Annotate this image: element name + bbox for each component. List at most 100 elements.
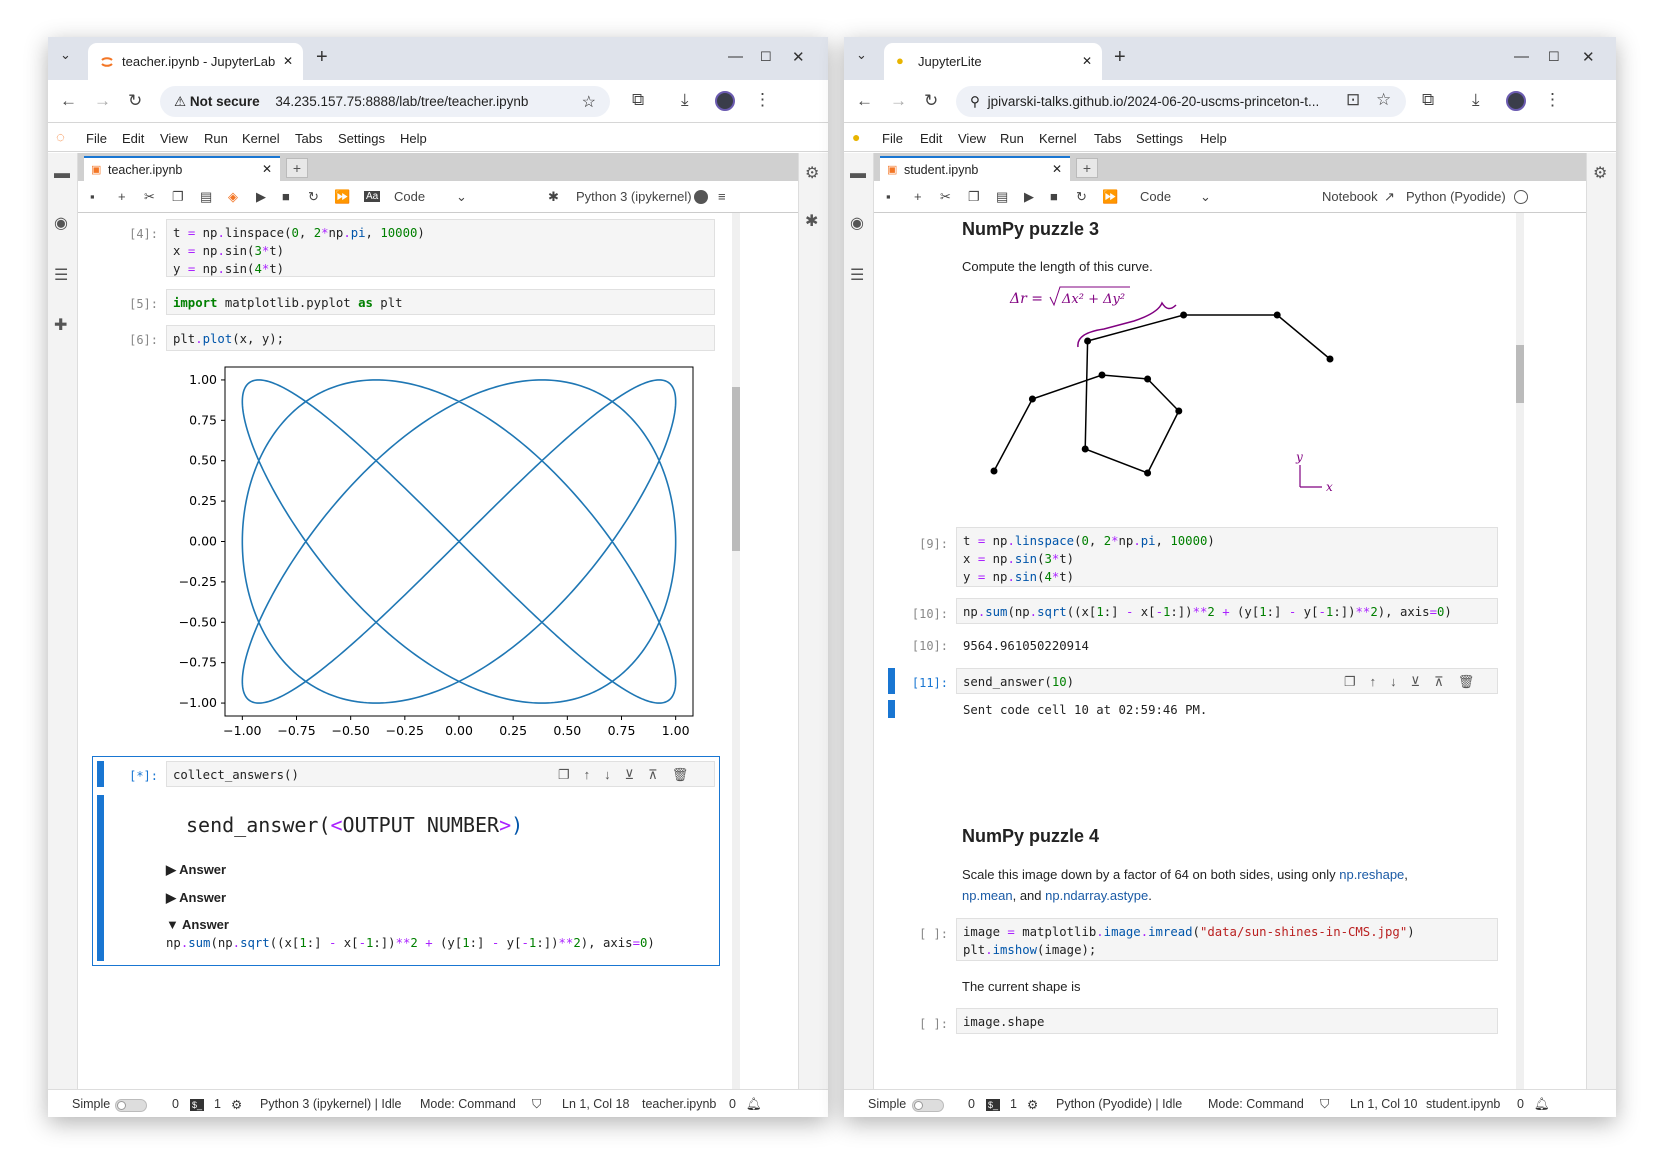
stop-icon[interactable]: ■: [282, 189, 290, 204]
answer-toggle-2[interactable]: ▶ Answer: [166, 890, 226, 906]
bug-icon[interactable]: ✱: [548, 189, 559, 205]
reload-icon[interactable]: ↻: [128, 91, 142, 111]
close-notebook-icon[interactable]: ✕: [1052, 162, 1062, 176]
profile-avatar[interactable]: [1506, 91, 1526, 111]
toc-icon[interactable]: ☰: [54, 265, 68, 285]
profile-avatar[interactable]: [715, 91, 735, 111]
back-icon[interactable]: ←: [60, 91, 77, 111]
answer-toggle-3[interactable]: ▼ Answer: [166, 917, 229, 932]
simple-mode-toggle[interactable]: [115, 1099, 147, 1112]
notebook-tab-teacher[interactable]: ▣ teacher.ipynb ✕: [84, 156, 280, 181]
np-reshape-link[interactable]: np.reshape: [1339, 867, 1404, 882]
toc-icon[interactable]: ☰: [850, 265, 864, 285]
property-inspector-icon[interactable]: ⚙: [1593, 163, 1607, 183]
install-app-icon[interactable]: ⊡: [1346, 90, 1360, 110]
omnibox[interactable]: ⚠ Not secure 34.235.157.75:8888/lab/tree…: [160, 86, 610, 117]
restart-icon[interactable]: ↻: [1076, 189, 1087, 205]
copy-icon[interactable]: ❐: [968, 189, 980, 205]
run-icon[interactable]: ▶: [256, 189, 266, 205]
notebook-tab-student[interactable]: ▣ student.ipynb ✕: [880, 156, 1070, 181]
external-link-icon[interactable]: ↗: [1384, 189, 1395, 205]
property-inspector-icon[interactable]: ⚙: [805, 163, 819, 183]
minimize-icon[interactable]: —: [1514, 48, 1529, 65]
menu-run[interactable]: Run: [204, 131, 228, 146]
cut-icon[interactable]: ✂: [940, 189, 951, 205]
maximize-icon[interactable]: ☐: [760, 49, 772, 65]
running-icon[interactable]: ◉: [850, 213, 864, 233]
move-down-icon[interactable]: ↓: [604, 767, 611, 782]
save-icon[interactable]: ▪: [90, 189, 95, 204]
folder-icon[interactable]: ▬: [850, 165, 866, 183]
menu-view[interactable]: View: [160, 131, 188, 146]
delete-cell-icon[interactable]: 🗑: [1458, 674, 1475, 689]
extensions-icon[interactable]: ⧉: [1422, 90, 1434, 110]
np-astype-link[interactable]: np.ndarray.astype: [1045, 888, 1148, 903]
answer-icon[interactable]: ◈: [228, 189, 238, 205]
scrollbar[interactable]: [1516, 213, 1524, 1089]
save-icon[interactable]: ▪: [886, 189, 891, 204]
close-tab-icon[interactable]: ✕: [1082, 54, 1092, 68]
new-launcher-icon[interactable]: +: [1076, 158, 1098, 178]
menu-help[interactable]: Help: [1200, 131, 1227, 146]
kernel-name[interactable]: Python (Pyodide): [1406, 189, 1506, 204]
run-icon[interactable]: ▶: [1024, 189, 1034, 205]
bell-icon[interactable]: 🔔︎: [746, 1097, 762, 1112]
output-collapser[interactable]: [888, 700, 895, 718]
omnibox[interactable]: ⚲ jpivarski-talks.github.io/2024-06-20-u…: [956, 86, 1406, 117]
code-cell-6[interactable]: plt.plot(x, y);: [166, 325, 715, 351]
browser-menu-icon[interactable]: ⋮: [1544, 90, 1561, 110]
kernel-status[interactable]: Python (Pyodide) | Idle: [1056, 1097, 1182, 1111]
browser-tab-teacher[interactable]: teacher.ipynb - JupyterLab ✕: [88, 43, 303, 80]
paste-icon[interactable]: ▤: [200, 189, 212, 205]
forward-icon[interactable]: →: [94, 91, 111, 111]
menu-tabs[interactable]: Tabs: [1094, 131, 1121, 146]
close-notebook-icon[interactable]: ✕: [262, 162, 272, 176]
maximize-icon[interactable]: ☐: [1548, 49, 1560, 65]
new-tab-icon[interactable]: +: [1114, 46, 1126, 68]
cell-type-select[interactable]: Code: [1140, 189, 1171, 204]
kernel-status[interactable]: Python 3 (ipykernel) | Idle: [260, 1097, 402, 1111]
run-all-icon[interactable]: ⏩: [334, 189, 350, 205]
menu-file[interactable]: File: [882, 131, 903, 146]
insert-below-icon[interactable]: ⊼: [648, 767, 658, 782]
stop-icon[interactable]: ■: [1050, 189, 1058, 204]
simple-mode-toggle[interactable]: [912, 1099, 944, 1112]
code-cell-10[interactable]: np.sum(np.sqrt((x[1:] - x[-1:])**2 + (y[…: [956, 598, 1498, 624]
menu-help[interactable]: Help: [400, 131, 427, 146]
format-icon[interactable]: Aa: [364, 191, 381, 202]
download-icon[interactable]: ⤓: [1472, 90, 1480, 110]
forward-icon[interactable]: →: [890, 91, 907, 111]
extension-icon[interactable]: ✚: [54, 315, 67, 335]
active-cell[interactable]: [92, 756, 720, 966]
menu-view[interactable]: View: [958, 131, 986, 146]
insert-cell-icon[interactable]: +: [118, 189, 126, 204]
running-icon[interactable]: ◉: [54, 213, 68, 233]
menu-file[interactable]: File: [86, 131, 107, 146]
bookmark-star-icon[interactable]: ☆: [1376, 90, 1391, 110]
chevron-down-icon[interactable]: ⌄: [456, 189, 467, 205]
open-notebook-link[interactable]: Notebook: [1322, 189, 1378, 204]
run-all-icon[interactable]: ⏩: [1102, 189, 1118, 205]
download-icon[interactable]: ⤓: [681, 90, 689, 110]
site-settings-icon[interactable]: ⚲: [970, 94, 984, 109]
paste-icon[interactable]: ▤: [996, 189, 1008, 205]
code-cell-5[interactable]: import matplotlib.pyplot as plt: [166, 289, 715, 315]
new-tab-icon[interactable]: +: [316, 46, 328, 68]
menu-run[interactable]: Run: [1000, 131, 1024, 146]
delete-cell-icon[interactable]: 🗑: [672, 767, 689, 782]
tab-search-icon[interactable]: ⌄: [856, 47, 867, 63]
browser-tab-jupyterlite[interactable]: ● JupyterLite ✕: [884, 43, 1102, 80]
reload-icon[interactable]: ↻: [924, 91, 938, 111]
insert-cell-icon[interactable]: +: [914, 189, 922, 204]
scrollbar-thumb[interactable]: [732, 387, 740, 551]
insert-above-icon[interactable]: ⊻: [625, 767, 635, 782]
move-up-icon[interactable]: ↑: [584, 767, 591, 782]
cursor-position[interactable]: Ln 1, Col 10: [1350, 1097, 1417, 1111]
duplicate-cell-icon[interactable]: ❐: [1344, 674, 1356, 689]
duplicate-cell-icon[interactable]: ❐: [558, 767, 570, 782]
np-mean-link[interactable]: np.mean: [962, 888, 1013, 903]
move-down-icon[interactable]: ↓: [1390, 674, 1397, 689]
code-cell-shape[interactable]: image.shape: [956, 1008, 1498, 1034]
bell-icon[interactable]: 🔔︎: [1534, 1097, 1550, 1112]
menu-settings[interactable]: Settings: [1136, 131, 1183, 146]
